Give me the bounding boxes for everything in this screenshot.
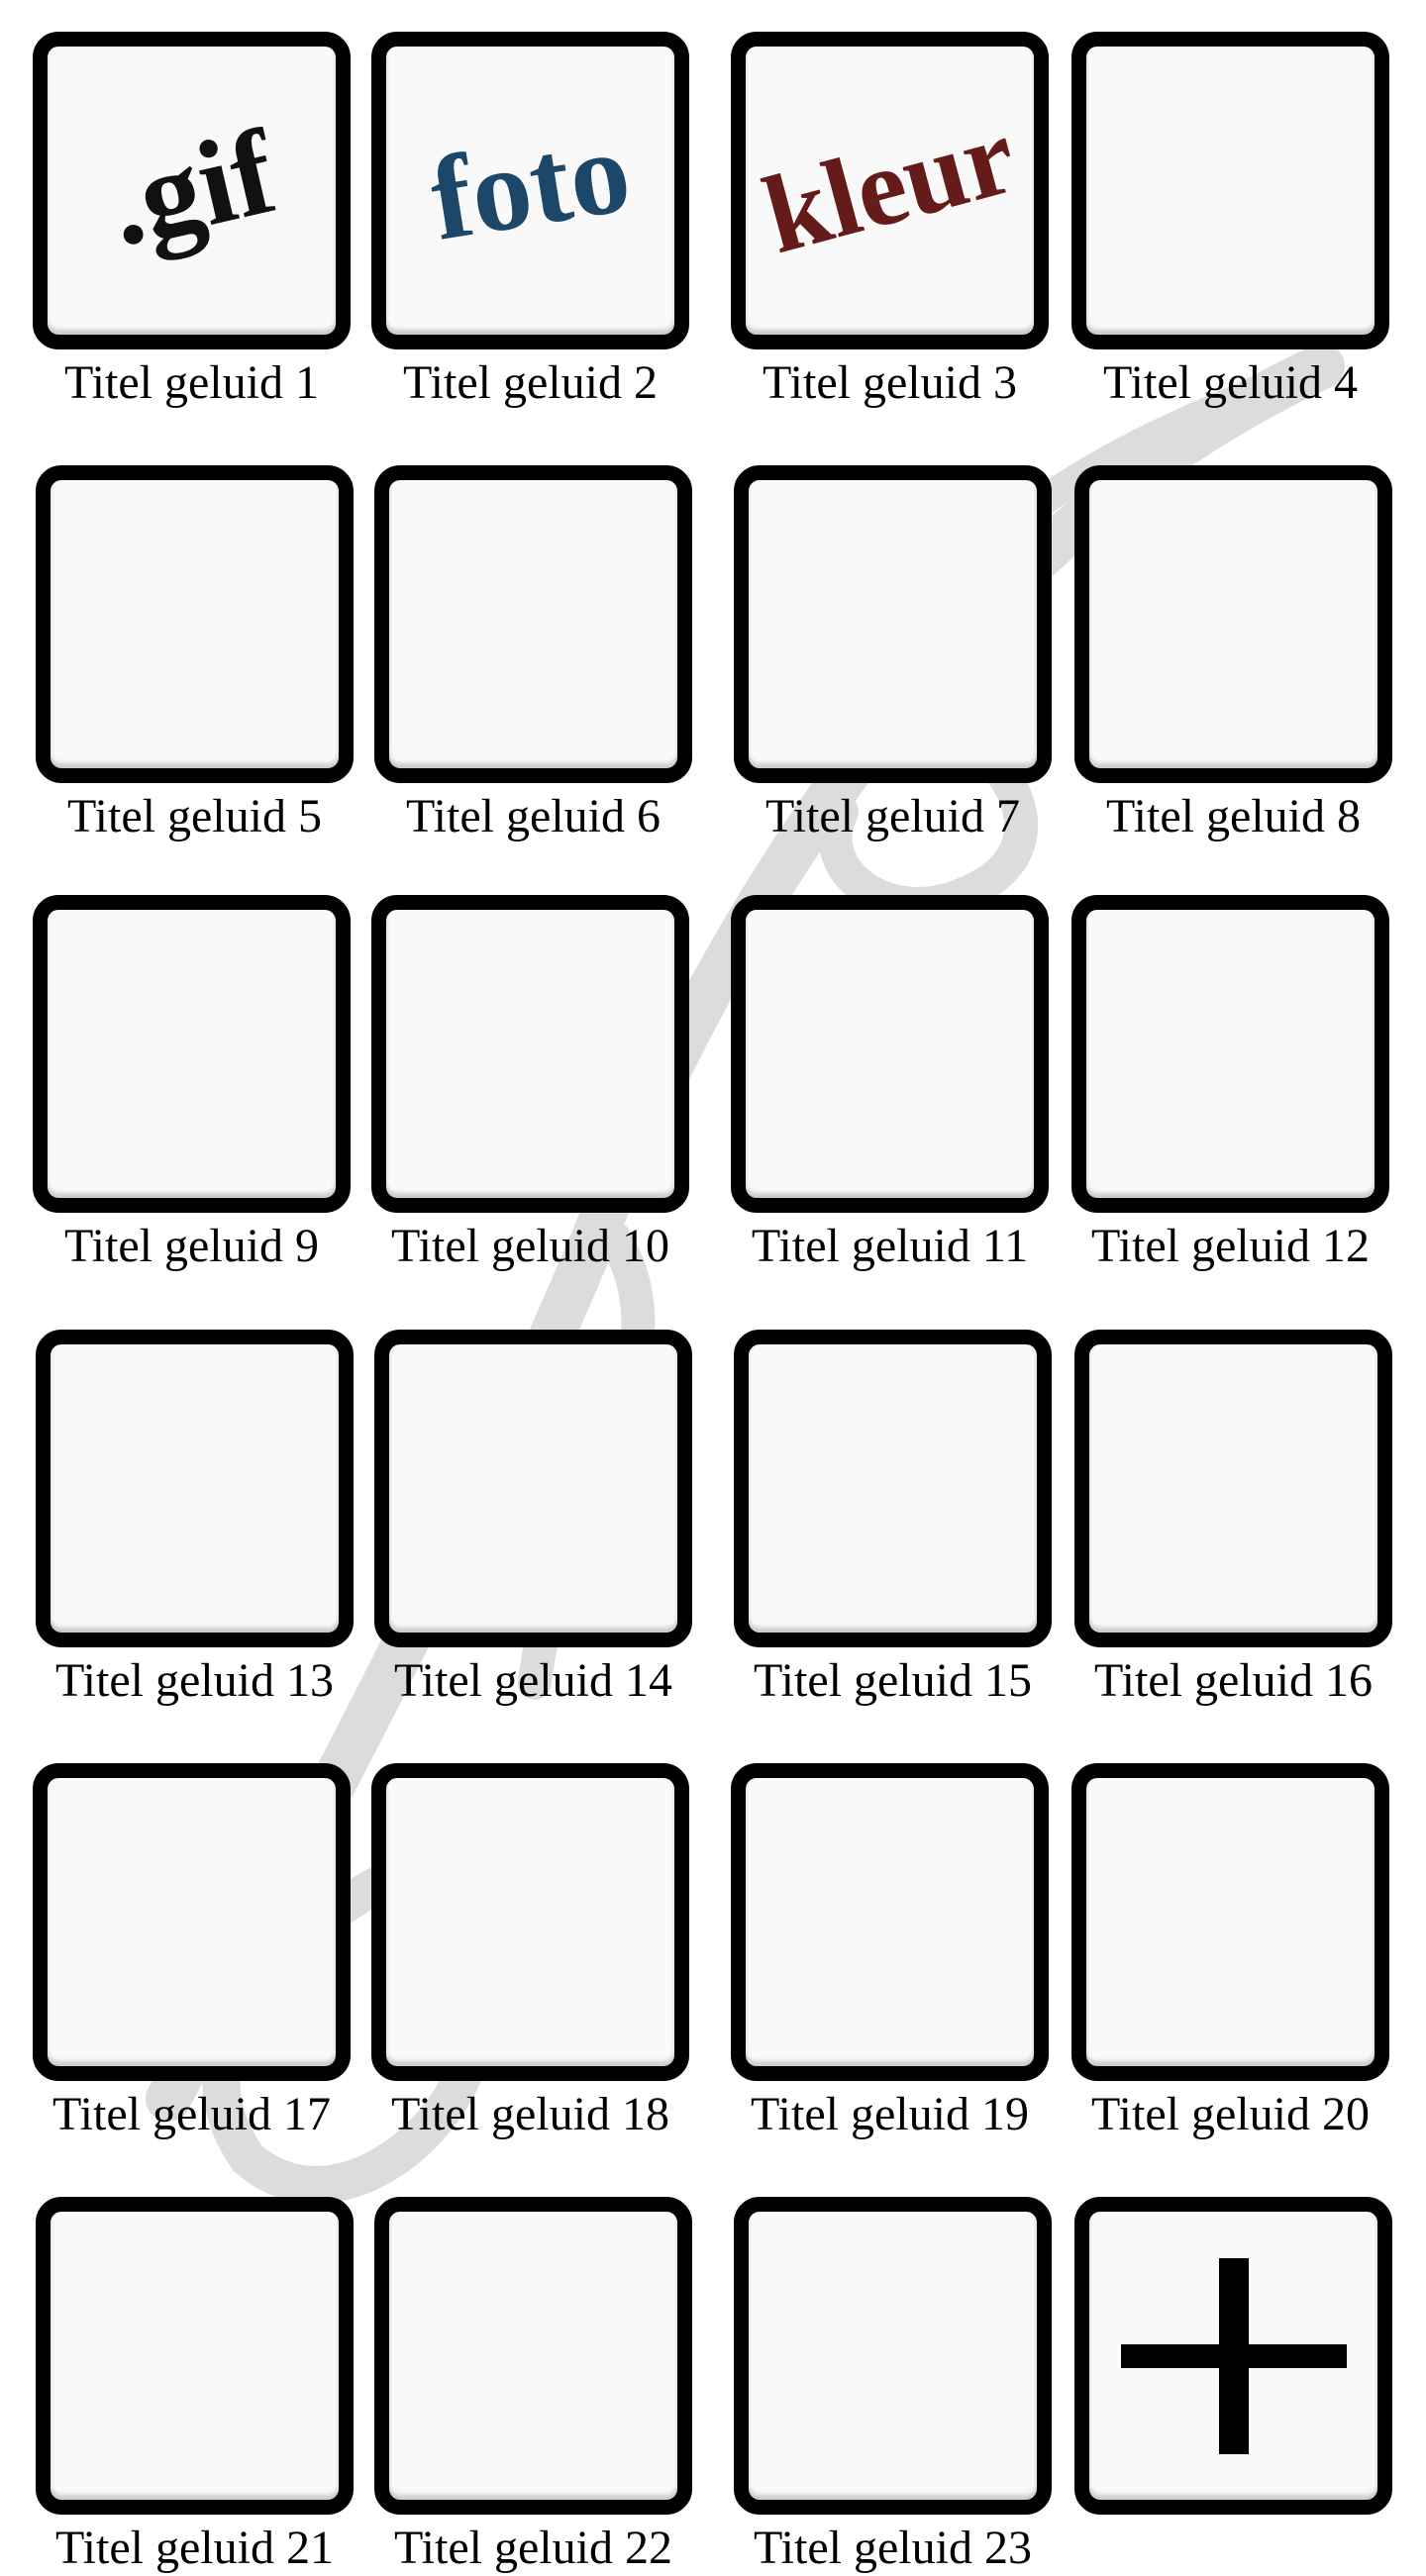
- sound-title: Titel geluid 19: [751, 2088, 1029, 2140]
- sound-title: Titel geluid 2: [403, 356, 658, 409]
- sound-tile: Titel geluid 22: [374, 2197, 692, 2576]
- sound-tile: Titel geluid 19: [731, 1763, 1049, 2142]
- sound-tile: Titel geluid 4: [1071, 32, 1389, 411]
- sound-title: Titel geluid 18: [391, 2088, 669, 2140]
- sound-tile: Titel geluid 23: [734, 2197, 1052, 2576]
- sound-title: Titel geluid 23: [754, 2522, 1032, 2574]
- sound-tile: Titel geluid 17: [33, 1763, 351, 2142]
- sound-button[interactable]: [36, 2197, 354, 2515]
- sound-button[interactable]: [374, 465, 692, 783]
- sound-button[interactable]: [734, 2197, 1052, 2515]
- sound-button[interactable]: [731, 1763, 1049, 2081]
- sound-tile: .gif Titel geluid 1: [33, 32, 351, 411]
- sound-title: Titel geluid 7: [765, 790, 1020, 842]
- sound-title: Titel geluid 12: [1091, 1220, 1370, 1272]
- sound-button[interactable]: [1071, 32, 1389, 349]
- sound-title: Titel geluid 15: [754, 1654, 1032, 1707]
- tile-image-text-gif: .gif: [96, 104, 287, 272]
- sound-title: Titel geluid 8: [1106, 790, 1361, 842]
- sound-button[interactable]: kleur: [731, 32, 1049, 349]
- sound-title: Titel geluid 20: [1091, 2088, 1370, 2140]
- add-sound-button[interactable]: [1074, 2197, 1392, 2515]
- tile-image-text-foto: foto: [422, 103, 639, 265]
- sound-button[interactable]: [734, 465, 1052, 783]
- sound-button[interactable]: [1071, 1763, 1389, 2081]
- sound-title: Titel geluid 14: [394, 1654, 672, 1707]
- sound-tile: Titel geluid 21: [36, 2197, 354, 2576]
- sound-tile: kleur Titel geluid 3: [731, 32, 1049, 411]
- sound-tile: Titel geluid 15: [734, 1330, 1052, 1709]
- sound-title: Titel geluid 16: [1094, 1654, 1373, 1707]
- tile-image-text-kleur: kleur: [752, 92, 1028, 277]
- sound-tile: Titel geluid 12: [1071, 895, 1389, 1274]
- sound-button[interactable]: [731, 895, 1049, 1213]
- sound-tile: Titel geluid 9: [33, 895, 351, 1274]
- sound-button[interactable]: foto: [371, 32, 689, 349]
- sound-tile: Titel geluid 20: [1071, 1763, 1389, 2142]
- sound-tile: Titel geluid 16: [1074, 1330, 1392, 1709]
- sound-button[interactable]: [33, 895, 351, 1213]
- sound-button[interactable]: [33, 1763, 351, 2081]
- sound-tile: Titel geluid 11: [731, 895, 1049, 1274]
- sound-tile: Titel geluid 6: [374, 465, 692, 844]
- sound-tile: Titel geluid 10: [371, 895, 689, 1274]
- sound-title: Titel geluid 22: [394, 2522, 672, 2574]
- sound-tile: Titel geluid 5: [36, 465, 354, 844]
- sound-title: Titel geluid 10: [391, 1220, 669, 1272]
- sound-button[interactable]: [371, 895, 689, 1213]
- sound-button[interactable]: [36, 465, 354, 783]
- sound-title: Titel geluid 11: [751, 1220, 1029, 1272]
- plus-icon: [1089, 2212, 1377, 2500]
- sound-button[interactable]: [1074, 465, 1392, 783]
- sound-tile: Titel geluid 13: [36, 1330, 354, 1709]
- sound-grid: .gif Titel geluid 1 foto Titel geluid 2 kleu…: [0, 0, 1426, 2574]
- sound-tile: Titel geluid 14: [374, 1330, 692, 1709]
- sound-tile: Titel geluid 8: [1074, 465, 1392, 844]
- sound-button[interactable]: [374, 1330, 692, 1647]
- sound-title: Titel geluid 4: [1103, 356, 1358, 409]
- add-sound-tile: [1074, 2197, 1392, 2515]
- sound-button[interactable]: [1071, 895, 1389, 1213]
- sound-button[interactable]: [36, 1330, 354, 1647]
- sound-tile: foto Titel geluid 2: [371, 32, 689, 411]
- sound-button[interactable]: [374, 2197, 692, 2515]
- sound-tile: Titel geluid 7: [734, 465, 1052, 844]
- sound-button[interactable]: [1074, 1330, 1392, 1647]
- sound-button[interactable]: [371, 1763, 689, 2081]
- sound-button[interactable]: .gif: [33, 32, 351, 349]
- sound-title: Titel geluid 6: [406, 790, 661, 842]
- sound-tile: Titel geluid 18: [371, 1763, 689, 2142]
- sound-title: Titel geluid 3: [763, 356, 1017, 409]
- sound-button[interactable]: [734, 1330, 1052, 1647]
